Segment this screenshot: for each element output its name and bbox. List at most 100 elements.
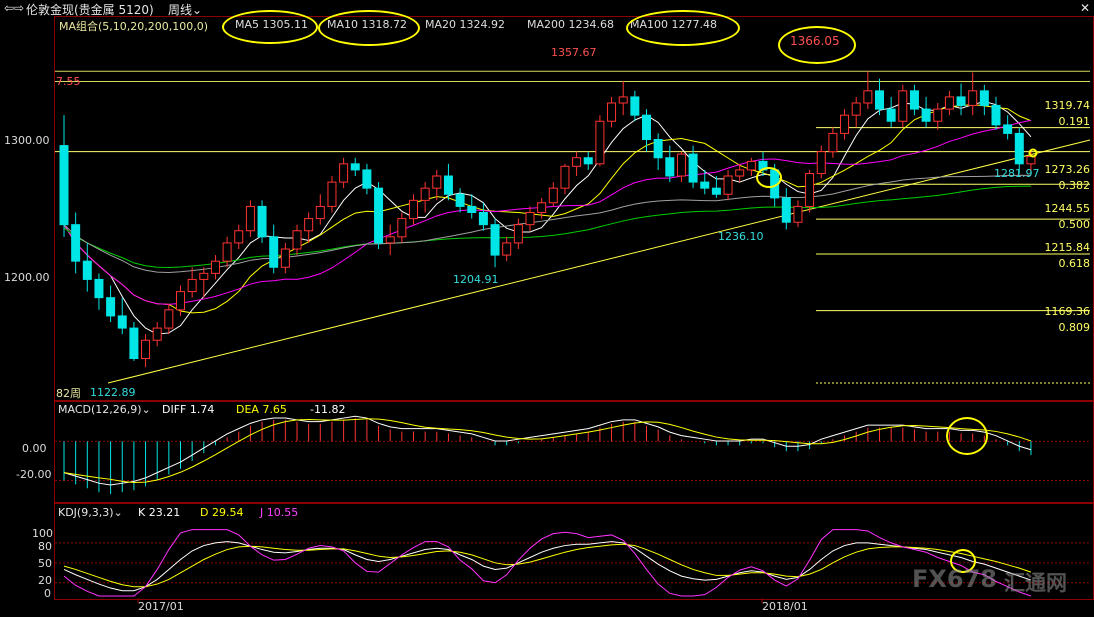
label-high-2018: 1366.05: [790, 34, 840, 48]
candle-body: [210, 260, 220, 274]
highlight-oval-ma100: [626, 10, 740, 46]
watermark-brand: FX678: [912, 565, 997, 593]
ma20-label: MA20 1324.92: [425, 18, 505, 31]
candle-body: [269, 236, 279, 268]
macd-dea: DEA 7.65: [236, 403, 287, 416]
candle-body: [397, 218, 407, 238]
candle-body: [723, 175, 733, 195]
candle-body: [432, 175, 442, 189]
candle-body: [886, 108, 896, 122]
candle-body: [630, 96, 640, 116]
candle-body: [467, 205, 477, 214]
candle-body: [572, 157, 582, 167]
candle-body: [257, 205, 267, 238]
candle-body: [141, 339, 151, 359]
candle-body: [82, 260, 92, 280]
candle-body: [117, 315, 127, 329]
candle-body: [676, 153, 686, 177]
macd-dea-line: [63, 418, 1032, 483]
candle-body: [944, 96, 954, 110]
ma200-label: MA200 1234.68: [527, 18, 614, 31]
candle-body: [595, 120, 605, 165]
candle-body: [653, 139, 663, 159]
fib-ratio-0191: 0.191: [1058, 115, 1091, 128]
candle-body: [420, 187, 430, 201]
kdj-title[interactable]: KDJ(9,3,3)⌄: [58, 506, 123, 519]
candle-body: [152, 327, 162, 341]
ma5-line: [63, 101, 1032, 335]
label-high-2017: 1357.67: [551, 46, 597, 59]
kdj-y-tick-100: 100: [32, 527, 53, 540]
macd-diff-line: [63, 415, 1032, 486]
candle-body: [548, 187, 558, 204]
candle-body: [921, 108, 931, 122]
kdj-y-tick-0: 0: [44, 587, 51, 600]
fib-ratio-0382: 0.382: [1058, 179, 1091, 192]
macd-title[interactable]: MACD(12,26,9)⌄: [58, 403, 151, 416]
candle-body: [700, 181, 710, 189]
candle-body: [746, 160, 756, 171]
y-tick-1200: 1200.00: [4, 271, 50, 284]
macd-diff: DIFF 1.74: [162, 403, 215, 416]
candle-body: [222, 242, 232, 262]
macd-y-tick-neg20: -20.00: [16, 468, 52, 481]
highlight-oval-ma5: [222, 10, 318, 44]
candle-body: [781, 197, 791, 223]
kdj-k-line: [63, 541, 1032, 592]
candle-body: [816, 151, 826, 175]
highlight-oval-macd: [946, 417, 988, 455]
kdj-k: K 23.21: [138, 506, 181, 519]
candle-body: [59, 145, 69, 226]
candle-body: [350, 163, 360, 171]
chart-window: ⇦⇨ 伦敦金现(贵金属 5120) 周线⌄ ✕ MA组合(5,10,20,200…: [0, 0, 1094, 617]
fib-price-0382: 1273.26: [1044, 163, 1091, 176]
candle-body: [840, 114, 850, 134]
candle-body: [199, 272, 209, 280]
ma20-line: [63, 119, 1032, 305]
candle-body: [665, 157, 675, 177]
candle-body: [851, 102, 861, 116]
candle-body: [409, 199, 418, 220]
macd-value: -11.82: [310, 403, 346, 416]
label-low-2016: 1122.89: [90, 386, 136, 399]
x-tick-2018: 2018/01: [762, 600, 808, 613]
candle-body: [607, 102, 617, 122]
candle-body: [979, 90, 989, 106]
highlight-oval-ma10: [318, 10, 420, 46]
label-low-2017: 1236.10: [718, 230, 764, 243]
candle-body: [560, 165, 570, 189]
candle-body: [176, 291, 185, 311]
candle-body: [385, 236, 395, 244]
candle-body: [537, 202, 547, 213]
candle-body: [688, 153, 698, 183]
candle-body: [513, 224, 523, 244]
fib-ratio-0618: 0.618: [1058, 257, 1091, 270]
kdj-y-tick-20: 20: [38, 574, 52, 587]
kdj-d: D 29.54: [200, 506, 244, 519]
ma10-line: [63, 103, 1032, 314]
candle-body: [327, 181, 337, 207]
candle-body: [956, 96, 966, 106]
kdj-y-tick-50: 50: [38, 557, 52, 570]
kdj-y-tick-80: 80: [38, 540, 52, 553]
candle-body: [187, 278, 197, 293]
chart-canvas: [55, 70, 1091, 603]
candle-body: [618, 96, 628, 104]
candle-body: [875, 90, 884, 110]
fib-price-0809: 1169.36: [1044, 305, 1091, 318]
ma-group-label[interactable]: MA组合(5,10,20,200,100,0): [59, 18, 208, 34]
ma200-line: [63, 185, 1031, 269]
candle-body: [863, 90, 873, 104]
label-bars-count: 82周: [56, 387, 81, 400]
y-tick-1300: 1300.00: [4, 134, 50, 147]
candle-body: [362, 169, 372, 189]
candle-body: [991, 104, 1001, 126]
candle-body: [339, 163, 349, 183]
kdj-title-text: KDJ(9,3,3): [58, 506, 114, 519]
candle-body: [793, 205, 803, 223]
label-last-low: 1281.97: [994, 167, 1040, 180]
label-top-left: 7.55: [56, 75, 81, 88]
candle-body: [735, 169, 745, 177]
watermark-cn: 汇通网: [1004, 571, 1067, 595]
macd-title-text: MACD(12,26,9): [58, 403, 142, 416]
